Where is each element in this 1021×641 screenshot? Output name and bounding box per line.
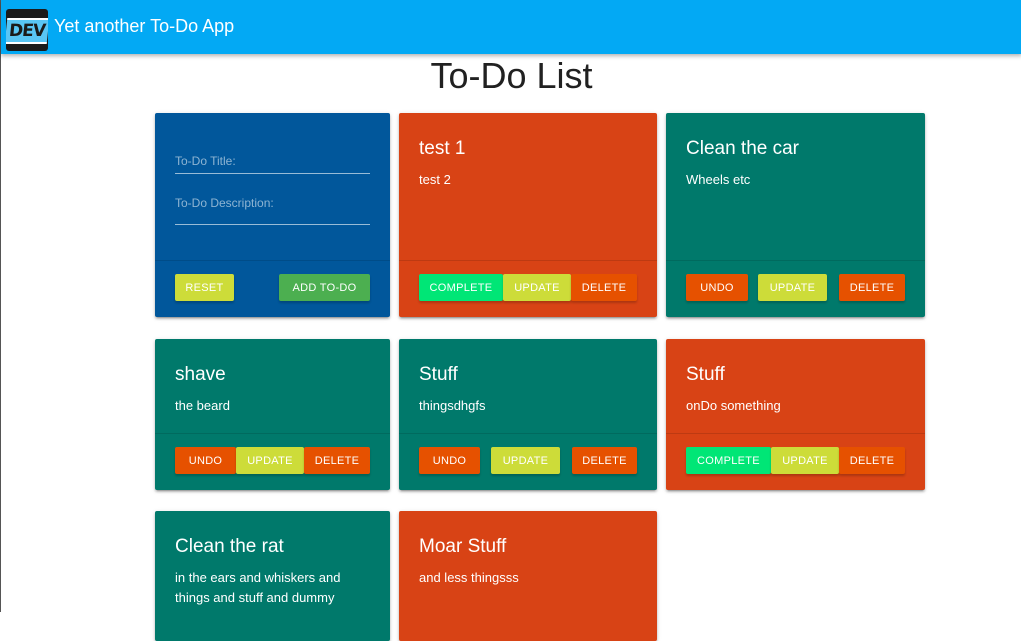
todo-title-input[interactable] [175, 154, 370, 173]
update-button[interactable]: UPDATE [236, 447, 304, 474]
undo-button[interactable]: UNDO [419, 447, 480, 474]
todo-description: and less thingsss [419, 570, 519, 585]
todo-title: Stuff [686, 364, 725, 385]
todo-card: Stuff thingsdhgfs UNDO UPDATE DELETE [399, 339, 657, 490]
delete-button[interactable]: DELETE [304, 447, 370, 474]
todo-card: Clean the rat in the ears and whiskers a… [155, 511, 390, 641]
app-bar: DEV Yet another To-Do App [1, 0, 1021, 54]
todo-card: shave the beard UNDO UPDATE DELETE [155, 339, 390, 490]
update-button[interactable]: UPDATE [771, 447, 839, 474]
todo-description-field [175, 192, 370, 225]
todo-title: Moar Stuff [419, 536, 507, 557]
update-button[interactable]: UPDATE [758, 274, 827, 301]
delete-button[interactable]: DELETE [839, 447, 905, 474]
todo-title: Clean the car [686, 138, 800, 159]
card-actions: UNDO UPDATE DELETE [399, 433, 657, 490]
card-actions: COMPLETE UPDATE DELETE [666, 433, 925, 490]
card-actions: COMPLETE UPDATE DELETE [399, 260, 657, 317]
todo-title: test 1 [419, 138, 466, 159]
logo-text: DEV [6, 18, 48, 44]
add-todo-button[interactable]: ADD TO-DO [279, 274, 370, 301]
complete-button[interactable]: COMPLETE [686, 447, 771, 474]
page-title: To-Do List [430, 55, 593, 96]
todo-description: Wheels etc [686, 172, 751, 187]
app-title: Yet another To-Do App [54, 16, 235, 36]
delete-button[interactable]: DELETE [572, 447, 637, 474]
todo-card: Moar Stuff and less thingsss [399, 511, 657, 641]
todo-title-field [175, 150, 370, 174]
card-actions: UNDO UPDATE DELETE [155, 433, 390, 490]
card-actions: RESET ADD TO-DO [155, 260, 390, 317]
reset-button[interactable]: RESET [175, 274, 234, 301]
todo-title: Clean the rat [175, 536, 284, 557]
todo-card: test 1 test 2 COMPLETE UPDATE DELETE [399, 113, 657, 317]
todo-card: Clean the car Wheels etc UNDO UPDATE DEL… [666, 113, 925, 317]
undo-button[interactable]: UNDO [175, 447, 236, 474]
undo-button[interactable]: UNDO [686, 274, 748, 301]
todo-description: in the ears and whiskers and things and … [175, 570, 341, 605]
todo-description: the beard [175, 398, 230, 413]
todo-card: Stuff onDo something COMPLETE UPDATE DEL… [666, 339, 925, 490]
complete-button[interactable]: COMPLETE [419, 274, 503, 301]
update-button[interactable]: UPDATE [491, 447, 560, 474]
todo-description: thingsdhgfs [419, 398, 486, 413]
todo-title: Stuff [419, 364, 458, 385]
delete-button[interactable]: DELETE [839, 274, 905, 301]
new-todo-form-card: RESET ADD TO-DO [155, 113, 390, 317]
update-button[interactable]: UPDATE [503, 274, 571, 301]
todo-description-input[interactable] [175, 196, 370, 224]
todo-title: shave [175, 364, 226, 385]
delete-button[interactable]: DELETE [571, 274, 637, 301]
todo-description: test 2 [419, 172, 451, 187]
dev-logo-icon[interactable]: DEV [6, 9, 48, 51]
todo-description: onDo something [686, 398, 781, 413]
card-actions: UNDO UPDATE DELETE [666, 260, 925, 317]
